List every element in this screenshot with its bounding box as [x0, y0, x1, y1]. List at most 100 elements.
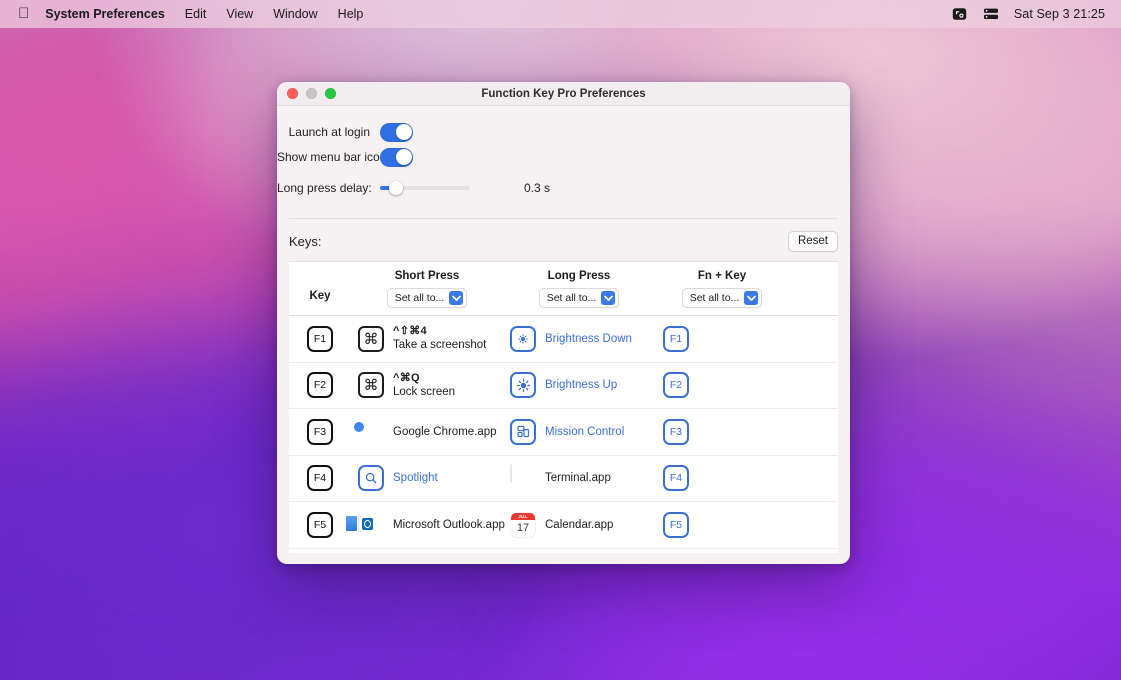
- show-menu-bar-icon-row: Show menu bar icon: [277, 145, 850, 169]
- keycap: F4: [307, 465, 333, 491]
- action-label: Google Chrome.app: [393, 425, 497, 439]
- shortcut-keys: ^⇧⌘4: [393, 324, 486, 338]
- chevron-down-icon[interactable]: [449, 291, 463, 305]
- reset-button[interactable]: Reset: [788, 231, 838, 252]
- calendar-app-icon: JUL 17: [510, 512, 536, 538]
- short-press-cell[interactable]: Google Chrome.app: [351, 409, 503, 455]
- table-row[interactable]: F5 Microsoft Outlook.app: [289, 502, 838, 549]
- short-press-cell[interactable]: Spotlight: [351, 456, 503, 502]
- launch-at-login-label: Launch at login: [277, 125, 380, 139]
- key-cell: F3: [289, 409, 351, 455]
- key-cell: F4: [289, 456, 351, 502]
- fn-key-cell[interactable]: F1: [655, 316, 789, 362]
- keys-table: Key Short Press Set all to... Long Press…: [289, 261, 838, 553]
- action-binding[interactable]: Spotlight: [351, 465, 438, 491]
- key-cell: [289, 549, 351, 554]
- minimize-button[interactable]: [306, 88, 317, 99]
- brightness-down-icon: [510, 326, 536, 352]
- general-settings-group: Launch at login Show menu bar icon Long …: [277, 106, 850, 200]
- table-row[interactable]: F2 ⌘ ^⌘Q Lock screen: [289, 363, 838, 410]
- column-header-label: Fn + Key: [698, 270, 746, 282]
- show-menu-bar-icon-label: Show menu bar icon: [277, 150, 380, 164]
- long-press-cell[interactable]: >_ Terminal.app: [503, 456, 655, 502]
- calendar-month: JUL: [511, 513, 535, 520]
- short-press-cell[interactable]: ⌘ ^⇧⌘4 Take a screenshot: [351, 316, 503, 362]
- keycap: F3: [307, 419, 333, 445]
- shortcut-description: Lock screen: [393, 385, 455, 400]
- menu-item-help[interactable]: Help: [338, 7, 364, 21]
- launch-at-login-row: Launch at login: [277, 120, 850, 144]
- short-press-cell[interactable]: [351, 549, 503, 554]
- set-all-long-press-dropdown[interactable]: Set all to...: [539, 288, 620, 308]
- action-text-block: ^⇧⌘4 Take a screenshot: [393, 324, 486, 353]
- close-button[interactable]: [287, 88, 298, 99]
- set-all-label: Set all to...: [395, 292, 445, 304]
- screenshot-icon[interactable]: [952, 7, 968, 21]
- outlook-app-icon: [358, 512, 384, 538]
- spotlight-icon: [358, 465, 384, 491]
- keycap: F1: [663, 326, 689, 352]
- zoom-button[interactable]: [325, 88, 336, 99]
- set-all-fn-key-dropdown[interactable]: Set all to...: [682, 288, 763, 308]
- action-binding[interactable]: Microsoft Outlook.app: [351, 512, 505, 538]
- slider-knob[interactable]: [389, 181, 403, 195]
- fn-key-cell[interactable]: [655, 549, 789, 554]
- action-binding[interactable]: Brightness Up: [503, 372, 617, 398]
- menu-item-edit[interactable]: Edit: [185, 7, 207, 21]
- column-header-short-press: Short Press Set all to...: [351, 270, 503, 308]
- action-binding[interactable]: ⌘ ^⇧⌘4 Take a screenshot: [351, 324, 486, 353]
- display-icon[interactable]: [983, 7, 999, 21]
- menu-item-window[interactable]: Window: [273, 7, 317, 21]
- keys-section-header: Keys: Reset: [277, 219, 850, 261]
- chevron-down-icon[interactable]: [744, 291, 758, 305]
- window-title: Function Key Pro Preferences: [277, 88, 850, 100]
- toggle-knob: [396, 124, 412, 140]
- fn-key-cell[interactable]: F2: [655, 363, 789, 409]
- terminal-app-icon: >_: [510, 465, 536, 491]
- slider-track[interactable]: [380, 186, 470, 190]
- long-press-cell[interactable]: JUL 17 Calendar.app: [503, 502, 655, 548]
- apple-logo-icon[interactable]: : [18, 6, 29, 21]
- menu-item-view[interactable]: View: [226, 7, 253, 21]
- key-cell: F5: [289, 502, 351, 548]
- action-label: Terminal.app: [545, 471, 611, 485]
- action-binding[interactable]: Brightness Down: [503, 326, 632, 352]
- table-row[interactable]: F4 Spotlight: [289, 456, 838, 503]
- action-binding[interactable]: Mission Control: [503, 419, 624, 445]
- action-binding[interactable]: >_ Terminal.app: [503, 465, 611, 491]
- long-press-delay-row: Long press delay: 0.3 s: [277, 176, 850, 200]
- launch-at-login-toggle[interactable]: [380, 123, 413, 142]
- set-all-short-press-dropdown[interactable]: Set all to...: [387, 288, 468, 308]
- short-press-cell[interactable]: ⌘ ^⌘Q Lock screen: [351, 363, 503, 409]
- short-press-cell[interactable]: Microsoft Outlook.app: [351, 502, 503, 548]
- fn-key-cell[interactable]: F3: [655, 409, 789, 455]
- keys-section-title: Keys:: [289, 234, 322, 249]
- table-row[interactable]: F1 ⌘ ^⇧⌘4 Take a screenshot: [289, 316, 838, 363]
- long-press-delay-slider[interactable]: [380, 186, 470, 190]
- menu-bar-clock[interactable]: Sat Sep 3 21:25: [1014, 7, 1105, 21]
- long-press-cell[interactable]: Mission Control: [503, 409, 655, 455]
- action-label: Microsoft Outlook.app: [393, 518, 505, 532]
- long-press-cell[interactable]: [503, 549, 655, 554]
- column-header-label: Short Press: [395, 270, 460, 282]
- action-binding[interactable]: JUL 17 Calendar.app: [503, 512, 613, 538]
- table-row[interactable]: F3 Google Chrome.app: [289, 409, 838, 456]
- mission-control-icon: [510, 419, 536, 445]
- action-binding[interactable]: ⌘ ^⌘Q Lock screen: [351, 371, 455, 400]
- action-binding[interactable]: Google Chrome.app: [351, 419, 497, 445]
- chevron-down-icon[interactable]: [601, 291, 615, 305]
- keycap: F5: [663, 512, 689, 538]
- fn-key-cell[interactable]: F4: [655, 456, 789, 502]
- long-press-cell[interactable]: Brightness Down: [503, 316, 655, 362]
- brightness-up-icon: [510, 372, 536, 398]
- show-menu-bar-icon-toggle[interactable]: [380, 148, 413, 167]
- keycap: F1: [307, 326, 333, 352]
- long-press-cell[interactable]: Brightness Up: [503, 363, 655, 409]
- preferences-window: Function Key Pro Preferences Launch at l…: [277, 82, 850, 564]
- column-header-key: Key: [289, 270, 351, 308]
- keycap: F2: [307, 372, 333, 398]
- fn-key-cell[interactable]: F5: [655, 502, 789, 548]
- table-row[interactable]: [289, 549, 838, 554]
- window-title-bar[interactable]: Function Key Pro Preferences: [277, 82, 850, 106]
- menu-item-app-name[interactable]: System Preferences: [45, 7, 165, 21]
